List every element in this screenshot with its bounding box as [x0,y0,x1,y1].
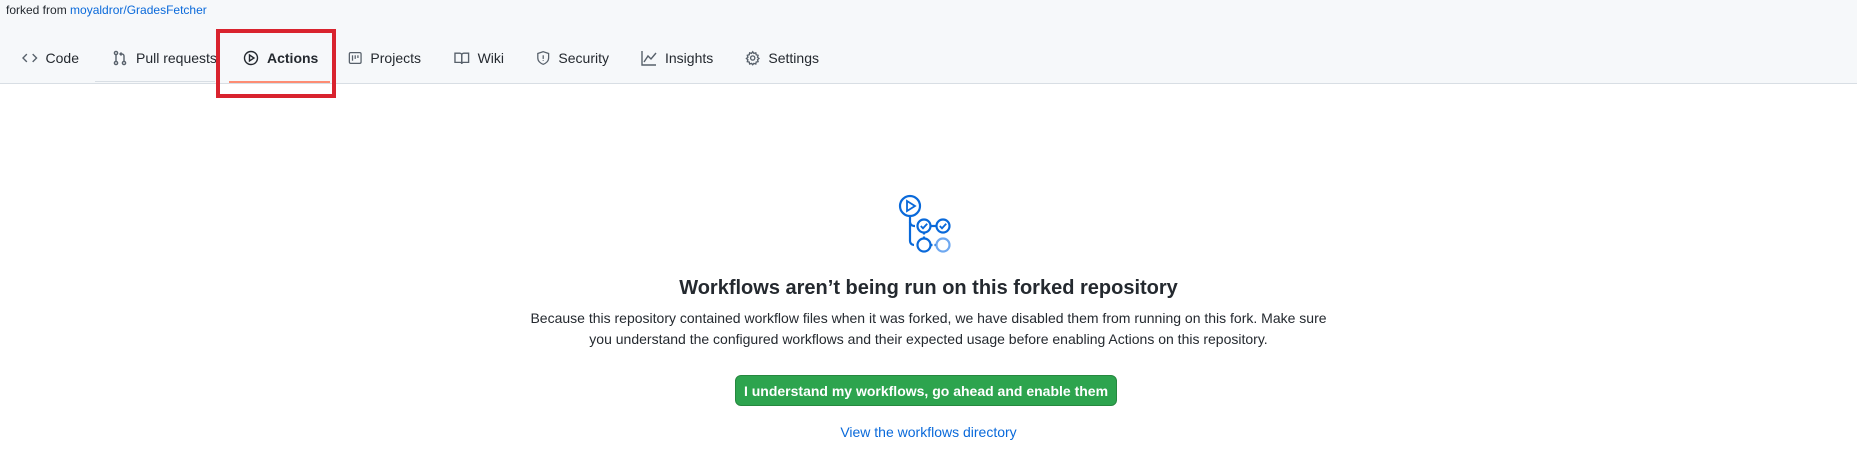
tab-actions[interactable]: Actions [243,44,325,72]
tab-insights[interactable]: Insights [641,44,715,72]
enable-workflows-button[interactable]: I understand my workflows, go ahead and … [735,375,1117,406]
book-icon [454,52,470,64]
tab-code[interactable]: Code [22,44,79,72]
tab-actions-label: Actions [267,50,319,66]
repo-nav-tabs: Code Pull requests Actions Projects Wiki… [22,44,819,72]
code-icon [22,53,38,63]
active-tab-underline [229,81,330,83]
repo-header: forked from moyaldror/GradesFetcher Code… [0,0,1857,84]
tab-wiki-label: Wiki [477,50,504,66]
tab-projects-label: Projects [370,50,421,66]
tab-settings-label: Settings [768,50,819,66]
shield-icon [537,51,550,65]
tab-pull-requests[interactable]: Pull requests [112,44,222,72]
play-icon [243,50,259,66]
tab-wiki[interactable]: Wiki [454,44,504,72]
forked-prefix: forked from [6,3,67,17]
view-workflows-directory-link: View the workflows directory [0,424,1857,440]
description-line-2: you understand the configured workflows … [589,331,1268,347]
tab-settings[interactable]: Settings [745,44,819,72]
tab-hover-divider [95,81,215,82]
pull-request-icon [113,50,127,66]
description-line-1: Because this repository contained workfl… [530,310,1327,326]
page-title: Workflows aren’t being run on this forke… [679,277,1178,299]
view-workflows-link-text[interactable]: View the workflows directory [840,424,1016,440]
graph-icon [641,51,657,66]
forked-from-text: forked from moyaldror/GradesFetcher [6,3,207,17]
description: Because this repository contained workfl… [0,308,1857,350]
tab-security[interactable]: Security [536,44,609,72]
project-icon [348,51,362,65]
workflow-icon [898,194,951,253]
gear-icon [745,50,760,66]
forked-source-link[interactable]: moyaldror/GradesFetcher [70,3,207,17]
tab-projects[interactable]: Projects [348,44,421,72]
tab-security-label: Security [558,50,609,66]
tab-code-label: Code [45,50,79,66]
tab-insights-label: Insights [665,50,714,66]
tab-pull-requests-label: Pull requests [136,50,217,66]
